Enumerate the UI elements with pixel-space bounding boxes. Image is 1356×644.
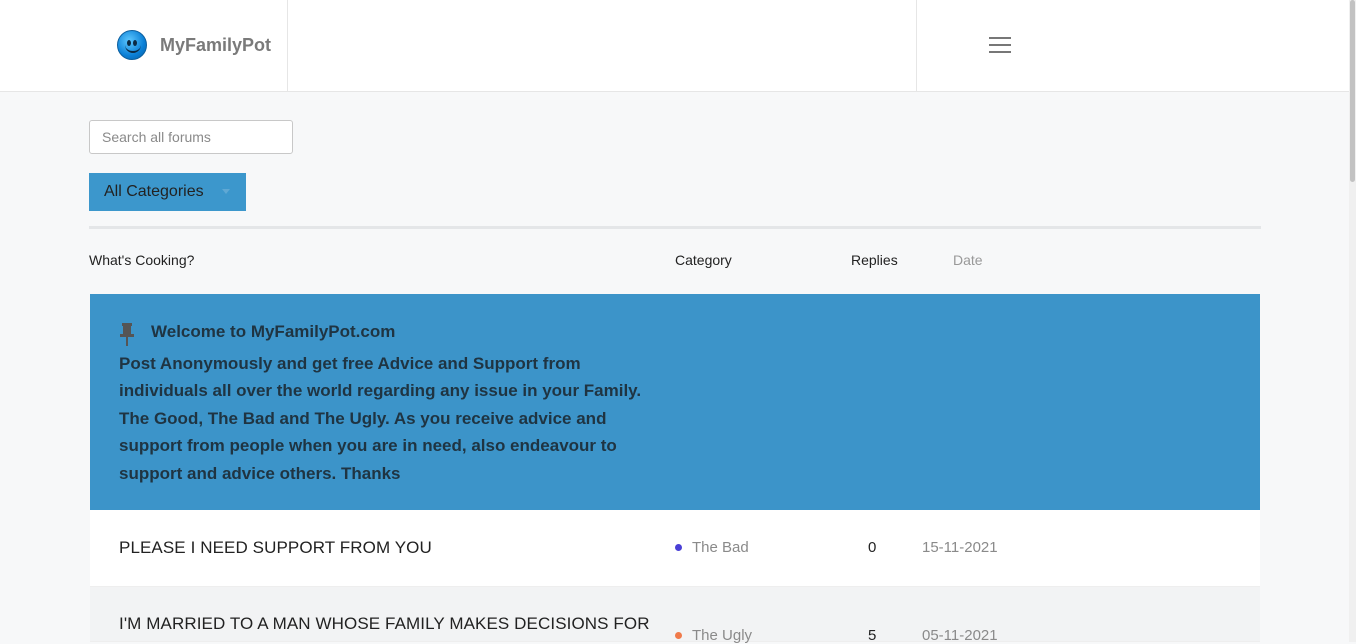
site-header: MyFamilyPot — [0, 0, 1349, 92]
topic-title[interactable]: I'M MARRIED TO A MAN WHOSE FAMILY MAKES … — [119, 614, 650, 634]
column-header-date[interactable]: Date — [953, 252, 983, 268]
chevron-down-icon — [222, 189, 230, 194]
smiley-face-icon — [117, 30, 147, 60]
column-header-topic[interactable]: What's Cooking? — [89, 252, 194, 268]
category-filter-dropdown[interactable]: All Categories — [89, 173, 246, 211]
table-row[interactable]: PLEASE I NEED SUPPORT FROM YOU The Bad 0… — [90, 510, 1260, 587]
category-dot-icon — [675, 632, 682, 639]
category-tag[interactable]: The Ugly — [675, 627, 752, 644]
search-input[interactable] — [89, 120, 293, 154]
scrollbar-thumb[interactable] — [1350, 0, 1355, 182]
category-dot-icon — [675, 544, 682, 551]
topic-date: 05-11-2021 — [922, 627, 998, 644]
column-header-replies[interactable]: Replies — [851, 252, 898, 268]
topic-title[interactable]: PLEASE I NEED SUPPORT FROM YOU — [119, 538, 432, 558]
category-filter-label: All Categories — [104, 183, 204, 200]
divider — [89, 226, 1261, 229]
page-scrollbar[interactable] — [1349, 0, 1356, 642]
pinned-topic-body: Post Anonymously and get free Advice and… — [119, 354, 642, 483]
brand-link[interactable]: MyFamilyPot — [117, 29, 271, 61]
category-label: The Bad — [692, 539, 749, 556]
brand-name: MyFamilyPot — [160, 34, 272, 55]
topic-date: 15-11-2021 — [922, 539, 998, 556]
category-tag[interactable]: The Bad — [675, 539, 749, 556]
reply-count: 5 — [868, 627, 877, 644]
category-label: The Ugly — [692, 627, 753, 644]
header-divider — [916, 0, 917, 91]
column-header-category[interactable]: Category — [675, 252, 732, 268]
pushpin-icon — [120, 323, 134, 346]
hamburger-menu-icon[interactable] — [989, 37, 1011, 55]
pinned-topic-title[interactable]: Welcome to MyFamilyPot.com — [151, 322, 395, 342]
header-divider — [287, 0, 288, 91]
reply-count: 0 — [868, 539, 877, 556]
table-row[interactable]: I'M MARRIED TO A MAN WHOSE FAMILY MAKES … — [90, 587, 1260, 644]
